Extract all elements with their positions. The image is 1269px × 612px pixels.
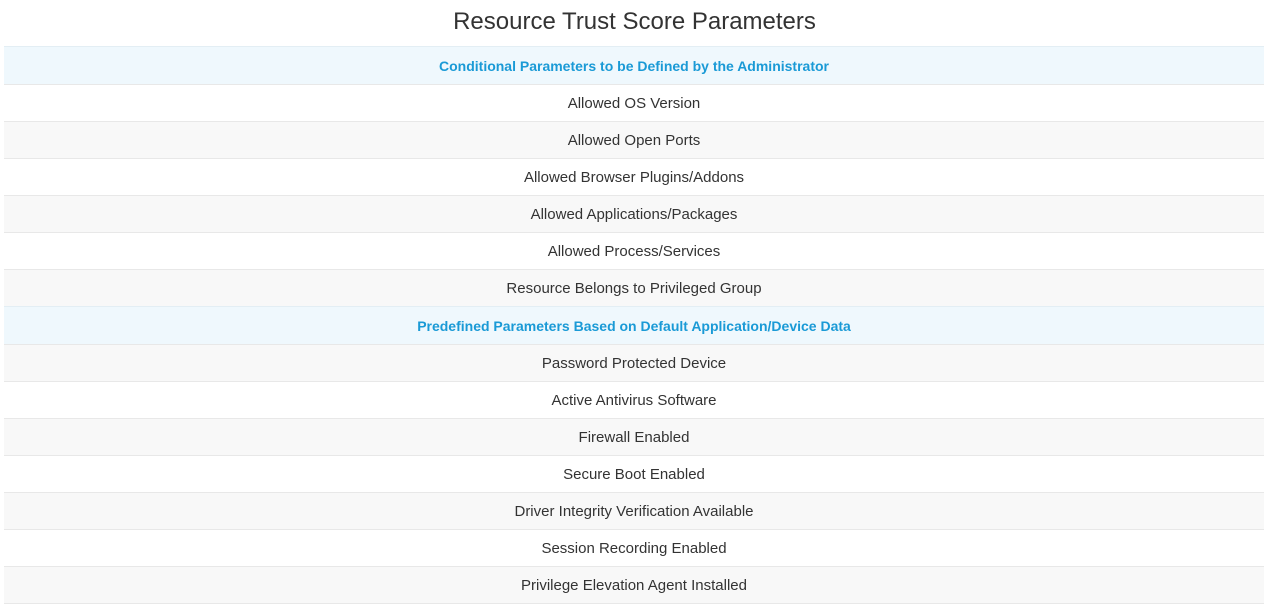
page-title: Resource Trust Score Parameters (453, 8, 816, 35)
table-row: Session Recording Enabled (4, 529, 1264, 567)
parameters-table: Conditional Parameters to be Defined by … (4, 46, 1264, 604)
table-row: Allowed Applications/Packages (4, 195, 1264, 233)
table-row: Firewall Enabled (4, 418, 1264, 456)
table-row: Driver Integrity Verification Available (4, 492, 1264, 530)
table-row: Password Protected Device (4, 344, 1264, 382)
table-row: Resource Belongs to Privileged Group (4, 269, 1264, 307)
parameter-cell: Resource Belongs to Privileged Group (4, 269, 1264, 307)
section-header-row: Predefined Parameters Based on Default A… (4, 306, 1264, 345)
table-row: Allowed Browser Plugins/Addons (4, 158, 1264, 196)
section-header-row: Conditional Parameters to be Defined by … (4, 46, 1264, 85)
parameter-cell: Allowed OS Version (4, 84, 1264, 122)
table-row: Privilege Elevation Agent Installed (4, 566, 1264, 604)
parameter-cell: Session Recording Enabled (4, 529, 1264, 567)
table-row: Active Antivirus Software (4, 381, 1264, 419)
parameter-cell: Allowed Applications/Packages (4, 195, 1264, 233)
table-row: Secure Boot Enabled (4, 455, 1264, 493)
parameter-cell: Secure Boot Enabled (4, 455, 1264, 493)
section-heading-conditional: Conditional Parameters to be Defined by … (4, 46, 1264, 85)
parameter-cell: Privilege Elevation Agent Installed (4, 566, 1264, 604)
parameter-cell: Active Antivirus Software (4, 381, 1264, 419)
parameter-cell: Allowed Browser Plugins/Addons (4, 158, 1264, 196)
parameter-cell: Driver Integrity Verification Available (4, 492, 1264, 530)
parameter-cell: Firewall Enabled (4, 418, 1264, 456)
parameter-cell: Password Protected Device (4, 344, 1264, 382)
table-row: Allowed Process/Services (4, 232, 1264, 270)
parameter-cell: Allowed Process/Services (4, 232, 1264, 270)
table-row: Allowed OS Version (4, 84, 1264, 122)
parameter-cell: Allowed Open Ports (4, 121, 1264, 159)
section-heading-predefined: Predefined Parameters Based on Default A… (4, 306, 1264, 345)
table-row: Allowed Open Ports (4, 121, 1264, 159)
